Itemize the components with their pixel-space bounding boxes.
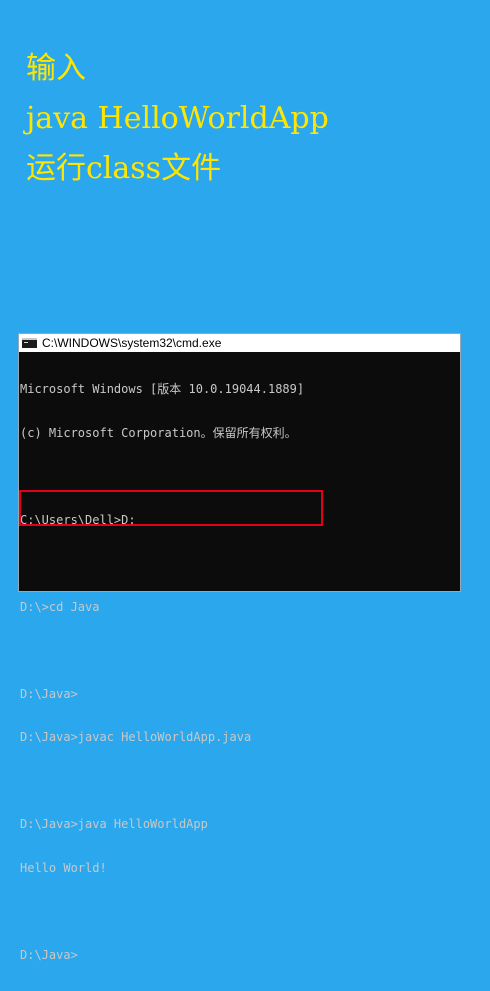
console-line: D:\Java> <box>20 686 78 701</box>
console-line: Hello World! <box>20 860 107 875</box>
console-line: D:\>cd Java <box>20 599 100 614</box>
console-line: (c) Microsoft Corporation。保留所有权利。 <box>20 425 297 440</box>
console-line: D:\Java>javac HelloWorldApp.java <box>20 730 252 744</box>
cmd-window[interactable]: C:\WINDOWS\system32\cmd.exe Microsoft Wi… <box>18 333 461 962</box>
window-title: C:\WINDOWS\system32\cmd.exe <box>42 336 222 350</box>
cmd-icon <box>22 338 37 348</box>
console-output[interactable]: Microsoft Windows [版本 10.0.19044.1889] (… <box>19 352 460 991</box>
cmd-titlebar[interactable]: C:\WINDOWS\system32\cmd.exe <box>19 334 460 352</box>
instruction-heading: 输入 java HelloWorldApp 运行class文件 <box>26 44 329 194</box>
console-line: D:\Java> <box>20 947 78 962</box>
console-line: D:\Java>java HelloWorldApp <box>20 817 208 831</box>
heading-line-run-class: 运行class文件 <box>26 151 222 186</box>
console-line: Microsoft Windows [版本 10.0.19044.1889] <box>20 382 305 396</box>
heading-line-input: 输入 <box>26 51 86 86</box>
heading-line-command: java HelloWorldApp <box>26 101 329 136</box>
console-line: C:\Users\Dell>D: <box>20 512 136 527</box>
